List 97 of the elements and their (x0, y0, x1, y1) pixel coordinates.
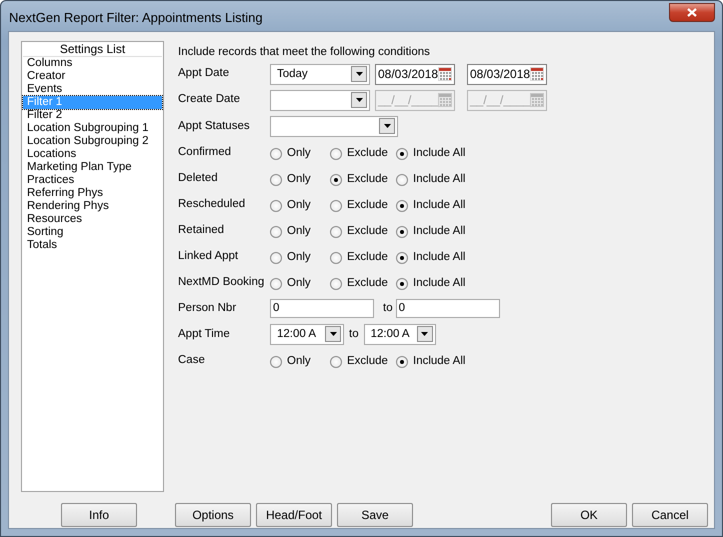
list-item[interactable]: Practices (23, 174, 162, 187)
option-label: Only (287, 146, 311, 162)
dropdown-arrow-icon (356, 98, 362, 102)
option-label: Exclude (347, 146, 388, 162)
list-item[interactable]: Events (23, 83, 162, 96)
list-item[interactable]: Location Subgrouping 2 (23, 135, 162, 148)
field-label: Appt Time (178, 326, 231, 342)
list-item[interactable]: Totals (23, 239, 162, 252)
list-item[interactable]: Locations (23, 148, 162, 161)
text-field[interactable]: 0 (396, 298, 500, 318)
option-label: Include All (413, 198, 466, 214)
field-label: Rescheduled (178, 196, 246, 212)
list-item[interactable]: Marketing Plan Type (23, 161, 162, 174)
dropdown-arrow-icon (384, 124, 390, 128)
dropdown-arrow-icon (421, 332, 428, 336)
dialog-button[interactable]: Info (61, 503, 137, 527)
time-field[interactable]: 12:00 A (270, 324, 344, 345)
radio-button[interactable] (396, 226, 408, 238)
dialog-button[interactable]: Options (175, 503, 251, 527)
dropdown[interactable] (270, 90, 370, 111)
field-label: Confirmed (178, 144, 232, 160)
list-item[interactable]: Location Subgrouping 1 (23, 122, 162, 135)
text-field[interactable]: 0 (270, 298, 374, 318)
radio-button[interactable] (396, 252, 408, 264)
close-icon (687, 8, 697, 17)
field-label: Deleted (178, 170, 219, 186)
time-field[interactable]: 12:00 A (364, 324, 436, 345)
option-label: Only (287, 250, 311, 266)
dropdown[interactable]: Today (270, 64, 370, 85)
radio-button[interactable] (396, 356, 408, 368)
list-item[interactable]: Rendering Phys (23, 200, 162, 213)
dialog-button[interactable]: Head/Foot (256, 503, 332, 527)
dropdown-arrow-icon (330, 332, 336, 336)
option-label: Exclude (347, 198, 388, 214)
option-label: Exclude (347, 354, 388, 370)
field-label: NextMD Booking (178, 274, 266, 290)
close-button[interactable] (669, 3, 715, 22)
list-item[interactable]: Sorting (23, 226, 162, 239)
option-label: Include All (413, 224, 466, 240)
dropdown-arrow-icon (356, 72, 362, 76)
radio-button[interactable] (396, 278, 408, 290)
radio-button[interactable] (330, 226, 342, 238)
calendar-icon[interactable] (438, 67, 452, 82)
heading: Include records that meet the following conditions (178, 45, 431, 60)
radio-button[interactable] (270, 226, 282, 238)
dialog-button[interactable]: OK (551, 503, 627, 527)
field-label: Linked Appt (178, 248, 240, 264)
option-label: Only (287, 354, 311, 370)
date-field[interactable]: 08/03/2018 (467, 64, 547, 85)
option-label: Only (287, 224, 311, 240)
dialog-button[interactable]: Cancel (632, 503, 708, 527)
radio-button[interactable] (330, 252, 342, 264)
radio-button[interactable] (270, 278, 282, 290)
radio-button[interactable] (270, 356, 282, 368)
list-item[interactable]: Referring Phys (23, 187, 162, 200)
radio-button[interactable] (330, 148, 342, 160)
radio-button[interactable] (270, 252, 282, 264)
radio-button[interactable] (330, 174, 342, 186)
dialog-button[interactable]: Save (337, 503, 413, 527)
to-label: to (349, 326, 359, 342)
to-label: to (383, 300, 393, 316)
field-label: Case (178, 352, 206, 368)
option-label: Include All (413, 172, 466, 188)
calendar-icon[interactable] (530, 67, 544, 82)
list-item[interactable]: Filter 2 (23, 109, 162, 122)
option-label: Exclude (347, 250, 388, 266)
option-label: Exclude (347, 276, 388, 292)
dropdown[interactable] (270, 116, 398, 137)
option-label: Include All (413, 250, 466, 266)
radio-button[interactable] (330, 200, 342, 212)
option-label: Exclude (347, 224, 388, 240)
list-item[interactable]: Columns (23, 57, 162, 70)
window-title: NextGen Report Filter: Appointments Listing (9, 9, 263, 27)
list-item[interactable]: Resources (23, 213, 162, 226)
radio-button[interactable] (396, 200, 408, 212)
radio-button[interactable] (270, 148, 282, 160)
option-label: Only (287, 198, 311, 214)
radio-button[interactable] (396, 174, 408, 186)
date-field[interactable]: 08/03/2018 (375, 64, 455, 85)
field-label: Appt Date (178, 66, 230, 81)
field-label: Person Nbr (178, 300, 238, 316)
field-label: Retained (178, 222, 226, 238)
field-label: Appt Statuses (178, 118, 251, 134)
field-label: Create Date (178, 92, 242, 107)
radio-button[interactable] (270, 174, 282, 186)
radio-button[interactable] (396, 148, 408, 160)
option-label: Include All (413, 354, 466, 370)
radio-button[interactable] (330, 356, 342, 368)
option-label: Include All (413, 276, 466, 292)
radio-button[interactable] (330, 278, 342, 290)
option-label: Only (287, 276, 311, 292)
option-label: Exclude (347, 172, 388, 188)
list-item[interactable]: Creator (23, 70, 162, 83)
option-label: Include All (413, 146, 466, 162)
option-label: Only (287, 172, 311, 188)
list-header: Settings List (23, 43, 162, 57)
radio-button[interactable] (270, 200, 282, 212)
